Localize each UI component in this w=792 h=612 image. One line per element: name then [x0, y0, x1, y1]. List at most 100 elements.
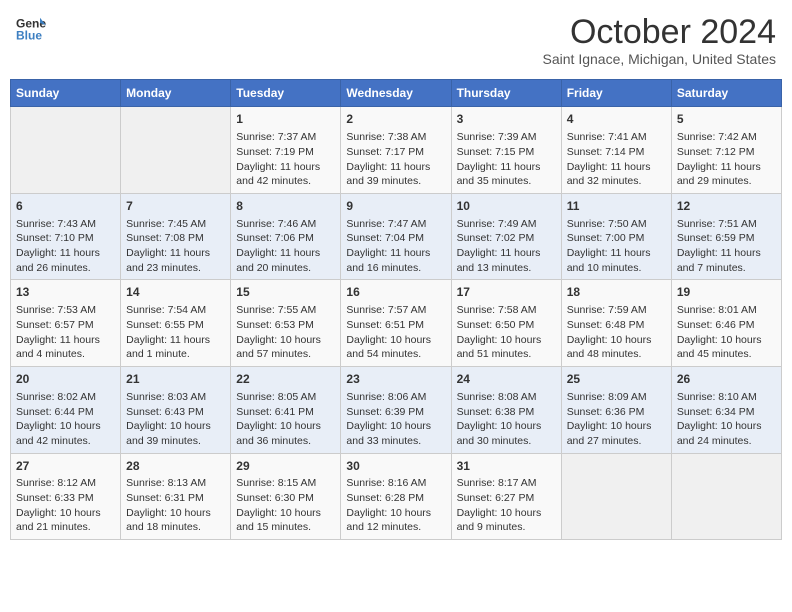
calendar-cell: 16 Sunrise: 7:57 AM Sunset: 6:51 PM Dayli…	[341, 280, 451, 367]
calendar-cell: 11 Sunrise: 7:50 AM Sunset: 7:00 PM Dayli…	[561, 193, 671, 280]
calendar-week-2: 6Sunrise: 7:43 AM Sunset: 7:10 PM Daylig…	[11, 193, 782, 280]
day-number: 6	[16, 198, 115, 215]
day-number: 13	[16, 284, 115, 301]
calendar-cell: 3Sunrise: 7:39 AM Sunset: 7:15 PM Daylig…	[451, 107, 561, 194]
calendar-cell: 10 Sunrise: 7:49 AM Sunset: 7:02 PM Dayli…	[451, 193, 561, 280]
calendar-table: SundayMondayTuesdayWednesdayThursdayFrid…	[10, 79, 782, 540]
day-info: Sunrise: 7:57 AM Sunset: 6:51 PM Dayligh…	[346, 303, 445, 362]
day-info: Sunrise: 8:17 AM Sunset: 6:27 PM Dayligh…	[457, 476, 556, 535]
day-number: 8	[236, 198, 335, 215]
day-info: Sunrise: 8:01 AM Sunset: 6:46 PM Dayligh…	[677, 303, 776, 362]
calendar-cell: 19 Sunrise: 8:01 AM Sunset: 6:46 PM Dayli…	[671, 280, 781, 367]
day-number: 1	[236, 111, 335, 128]
month-title: October 2024	[543, 14, 776, 51]
day-number: 26	[677, 371, 776, 388]
calendar-week-1: 1 Sunrise: 7:37 AM Sunset: 7:19 PM Daylig…	[11, 107, 782, 194]
calendar-cell: 9 Sunrise: 7:47 AM Sunset: 7:04 PM Daylig…	[341, 193, 451, 280]
day-info: Sunrise: 7:58 AM Sunset: 6:50 PM Dayligh…	[457, 303, 556, 362]
day-number: 5	[677, 111, 776, 128]
day-info: Sunrise: 7:37 AM Sunset: 7:19 PM Dayligh…	[236, 130, 335, 189]
day-info: Sunrise: 8:15 AM Sunset: 6:30 PM Dayligh…	[236, 476, 335, 535]
calendar-cell	[561, 453, 671, 540]
title-block: October 2024 Saint Ignace, Michigan, Uni…	[543, 14, 776, 67]
day-info: Sunrise: 7:59 AM Sunset: 6:48 PM Dayligh…	[567, 303, 666, 362]
calendar-cell	[121, 107, 231, 194]
calendar-cell	[671, 453, 781, 540]
day-number: 19	[677, 284, 776, 301]
day-info: Sunrise: 8:08 AM Sunset: 6:38 PM Dayligh…	[457, 390, 556, 449]
calendar-cell: 24Sunrise: 8:08 AM Sunset: 6:38 PM Dayli…	[451, 367, 561, 454]
day-number: 10	[457, 198, 556, 215]
calendar-cell: 15Sunrise: 7:55 AM Sunset: 6:53 PM Dayli…	[231, 280, 341, 367]
day-number: 20	[16, 371, 115, 388]
day-number: 14	[126, 284, 225, 301]
day-number: 22	[236, 371, 335, 388]
day-info: Sunrise: 7:47 AM Sunset: 7:04 PM Dayligh…	[346, 217, 445, 276]
logo: General Blue	[16, 14, 46, 49]
day-number: 28	[126, 458, 225, 475]
day-info: Sunrise: 8:13 AM Sunset: 6:31 PM Dayligh…	[126, 476, 225, 535]
day-number: 31	[457, 458, 556, 475]
calendar-cell: 12Sunrise: 7:51 AM Sunset: 6:59 PM Dayli…	[671, 193, 781, 280]
day-info: Sunrise: 7:49 AM Sunset: 7:02 PM Dayligh…	[457, 217, 556, 276]
calendar-cell: 5 Sunrise: 7:42 AM Sunset: 7:12 PM Daylig…	[671, 107, 781, 194]
location-subtitle: Saint Ignace, Michigan, United States	[543, 51, 776, 67]
day-number: 11	[567, 198, 666, 215]
calendar-cell: 18 Sunrise: 7:59 AM Sunset: 6:48 PM Dayli…	[561, 280, 671, 367]
day-number: 23	[346, 371, 445, 388]
svg-text:Blue: Blue	[16, 29, 42, 43]
calendar-body: 1 Sunrise: 7:37 AM Sunset: 7:19 PM Daylig…	[11, 107, 782, 540]
calendar-cell: 21 Sunrise: 8:03 AM Sunset: 6:43 PM Dayli…	[121, 367, 231, 454]
calendar-week-3: 13Sunrise: 7:53 AM Sunset: 6:57 PM Dayli…	[11, 280, 782, 367]
day-number: 9	[346, 198, 445, 215]
dow-tuesday: Tuesday	[231, 80, 341, 107]
calendar-cell: 4 Sunrise: 7:41 AM Sunset: 7:14 PM Daylig…	[561, 107, 671, 194]
calendar-cell: 30Sunrise: 8:16 AM Sunset: 6:28 PM Dayli…	[341, 453, 451, 540]
day-info: Sunrise: 7:42 AM Sunset: 7:12 PM Dayligh…	[677, 130, 776, 189]
dow-monday: Monday	[121, 80, 231, 107]
logo-icon: General Blue	[16, 14, 46, 44]
day-number: 30	[346, 458, 445, 475]
day-number: 16	[346, 284, 445, 301]
day-number: 4	[567, 111, 666, 128]
dow-friday: Friday	[561, 80, 671, 107]
day-info: Sunrise: 8:05 AM Sunset: 6:41 PM Dayligh…	[236, 390, 335, 449]
calendar-cell: 31Sunrise: 8:17 AM Sunset: 6:27 PM Dayli…	[451, 453, 561, 540]
calendar-week-5: 27Sunrise: 8:12 AM Sunset: 6:33 PM Dayli…	[11, 453, 782, 540]
dow-sunday: Sunday	[11, 80, 121, 107]
day-info: Sunrise: 8:16 AM Sunset: 6:28 PM Dayligh…	[346, 476, 445, 535]
day-number: 2	[346, 111, 445, 128]
calendar-cell: 29Sunrise: 8:15 AM Sunset: 6:30 PM Dayli…	[231, 453, 341, 540]
dow-saturday: Saturday	[671, 80, 781, 107]
day-info: Sunrise: 7:45 AM Sunset: 7:08 PM Dayligh…	[126, 217, 225, 276]
day-info: Sunrise: 7:38 AM Sunset: 7:17 PM Dayligh…	[346, 130, 445, 189]
dow-thursday: Thursday	[451, 80, 561, 107]
calendar-cell: 14Sunrise: 7:54 AM Sunset: 6:55 PM Dayli…	[121, 280, 231, 367]
day-number: 21	[126, 371, 225, 388]
dow-wednesday: Wednesday	[341, 80, 451, 107]
day-info: Sunrise: 7:50 AM Sunset: 7:00 PM Dayligh…	[567, 217, 666, 276]
calendar-cell: 13Sunrise: 7:53 AM Sunset: 6:57 PM Dayli…	[11, 280, 121, 367]
day-info: Sunrise: 8:06 AM Sunset: 6:39 PM Dayligh…	[346, 390, 445, 449]
day-info: Sunrise: 7:39 AM Sunset: 7:15 PM Dayligh…	[457, 130, 556, 189]
calendar-cell: 28Sunrise: 8:13 AM Sunset: 6:31 PM Dayli…	[121, 453, 231, 540]
day-info: Sunrise: 8:09 AM Sunset: 6:36 PM Dayligh…	[567, 390, 666, 449]
day-info: Sunrise: 8:10 AM Sunset: 6:34 PM Dayligh…	[677, 390, 776, 449]
day-info: Sunrise: 8:02 AM Sunset: 6:44 PM Dayligh…	[16, 390, 115, 449]
calendar-cell	[11, 107, 121, 194]
day-number: 25	[567, 371, 666, 388]
calendar-cell: 22 Sunrise: 8:05 AM Sunset: 6:41 PM Dayli…	[231, 367, 341, 454]
day-number: 17	[457, 284, 556, 301]
calendar-week-4: 20 Sunrise: 8:02 AM Sunset: 6:44 PM Dayli…	[11, 367, 782, 454]
day-info: Sunrise: 7:46 AM Sunset: 7:06 PM Dayligh…	[236, 217, 335, 276]
day-number: 15	[236, 284, 335, 301]
day-info: Sunrise: 7:41 AM Sunset: 7:14 PM Dayligh…	[567, 130, 666, 189]
calendar-cell: 23 Sunrise: 8:06 AM Sunset: 6:39 PM Dayli…	[341, 367, 451, 454]
day-number: 18	[567, 284, 666, 301]
day-info: Sunrise: 8:03 AM Sunset: 6:43 PM Dayligh…	[126, 390, 225, 449]
calendar-cell: 27Sunrise: 8:12 AM Sunset: 6:33 PM Dayli…	[11, 453, 121, 540]
day-number: 27	[16, 458, 115, 475]
day-info: Sunrise: 8:12 AM Sunset: 6:33 PM Dayligh…	[16, 476, 115, 535]
page-header: General Blue October 2024 Saint Ignace, …	[10, 10, 782, 71]
calendar-cell: 7Sunrise: 7:45 AM Sunset: 7:08 PM Daylig…	[121, 193, 231, 280]
